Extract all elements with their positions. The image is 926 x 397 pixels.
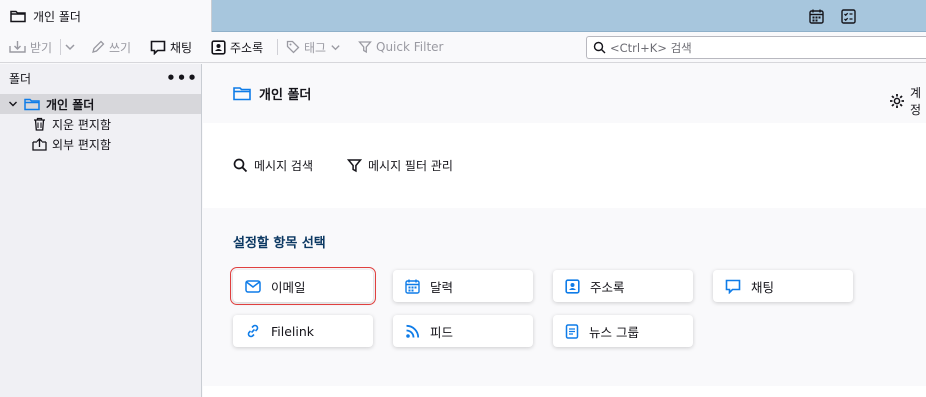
account-header: 개인 폴더 <box>203 64 926 123</box>
setup-chat-card[interactable]: 채팅 <box>713 270 853 302</box>
card-label: 피드 <box>430 324 454 340</box>
setup-email-card[interactable]: 이메일 <box>230 267 376 305</box>
tag-label: 태그 <box>304 40 327 55</box>
bottom-panel <box>203 386 926 397</box>
outbox-icon <box>32 137 47 151</box>
rss-icon <box>405 324 420 339</box>
search-input[interactable] <box>610 40 910 55</box>
folder-item-outbox[interactable]: 외부 편지함 <box>0 134 201 154</box>
setup-address-book-card[interactable]: 주소록 <box>553 270 693 302</box>
account-title: 개인 폴더 <box>259 88 312 103</box>
card-label: 채팅 <box>751 279 775 295</box>
actions-panel: 메시지 검색 메시지 필터 관리 <box>203 123 926 208</box>
chevron-down-icon <box>64 41 76 53</box>
folder-icon <box>233 86 251 101</box>
folder-icon <box>24 98 40 111</box>
manage-filters-label: 메시지 필터 관리 <box>368 159 453 173</box>
chat-label: 채팅 <box>170 40 193 55</box>
mail-toolbar: 받기 쓰기 채팅 주소록 태그 Quick Filter <Ctrl+K> 검색 <box>0 32 926 63</box>
account-settings-button[interactable]: 계정 <box>889 84 926 118</box>
folder-label: 외부 편지함 <box>52 137 112 152</box>
folder-pane-title: 폴더 <box>9 71 32 86</box>
more-options-button[interactable]: ••• <box>166 68 197 88</box>
search-icon <box>593 41 606 54</box>
toolbar-divider <box>60 39 61 55</box>
manage-filters-button[interactable]: 메시지 필터 관리 <box>347 157 453 174</box>
calendar-tab-icon[interactable] <box>806 6 826 26</box>
pencil-icon <box>91 40 105 54</box>
folder-label: 개인 폴더 <box>46 97 95 112</box>
card-label: Filelink <box>271 323 315 339</box>
calendar-icon <box>405 279 420 294</box>
write-button[interactable]: 쓰기 <box>91 36 131 58</box>
card-label: 이메일 <box>271 279 306 295</box>
funnel-icon <box>358 40 372 54</box>
title-bar: 개인 폴더 <box>0 0 926 32</box>
trash-icon <box>33 117 46 131</box>
gear-icon <box>889 93 905 109</box>
setup-section-title: 설정할 항목 선택 <box>233 236 326 251</box>
folder-item-personal[interactable]: 개인 폴더 <box>0 94 201 114</box>
folder-icon <box>10 9 26 23</box>
write-label: 쓰기 <box>109 40 132 55</box>
setup-filelink-card[interactable]: Filelink <box>233 315 373 347</box>
folder-item-trash[interactable]: 지운 편지함 <box>0 114 201 134</box>
get-messages-button[interactable]: 받기 <box>9 36 52 58</box>
envelope-icon <box>245 279 261 293</box>
tab-personal-folders[interactable]: 개인 폴더 <box>0 0 212 32</box>
quick-filter-label: Quick Filter <box>376 40 444 54</box>
newsgroup-icon <box>565 323 579 339</box>
card-label: 주소록 <box>590 279 625 295</box>
folder-label: 지운 편지함 <box>52 117 112 132</box>
funnel-icon <box>347 158 362 173</box>
get-messages-dropdown[interactable] <box>64 36 76 58</box>
tab-label: 개인 폴더 <box>33 9 81 24</box>
search-messages-label: 메시지 검색 <box>254 159 314 173</box>
account-central: 개인 폴더 계정 메시지 검색 메시지 필터 관리 설정할 항목 선택 이메일 <box>203 64 926 397</box>
chevron-down-icon[interactable] <box>8 99 18 109</box>
address-book-icon <box>211 39 226 55</box>
quick-filter-button[interactable]: Quick Filter <box>358 36 443 58</box>
search-messages-button[interactable]: 메시지 검색 <box>233 157 313 174</box>
card-label: 뉴스 그룹 <box>589 324 639 340</box>
tag-button[interactable]: 태그 <box>286 36 341 58</box>
chat-icon <box>725 279 741 294</box>
toolbar-divider <box>277 39 278 55</box>
chat-icon <box>150 40 166 55</box>
address-book-button[interactable]: 주소록 <box>211 36 263 58</box>
download-icon <box>9 40 26 55</box>
address-book-label: 주소록 <box>230 40 264 55</box>
setup-feeds-card[interactable]: 피드 <box>393 315 533 347</box>
chat-button[interactable]: 채팅 <box>150 36 192 58</box>
chevron-down-icon <box>330 42 341 53</box>
search-icon <box>233 158 248 173</box>
global-search-box[interactable] <box>586 36 926 59</box>
folder-pane: 폴더 ••• 개인 폴더 지운 편지함 외부 편지함 <box>0 64 202 397</box>
more-icon: ••• <box>166 69 198 87</box>
link-icon <box>245 323 261 339</box>
tag-icon <box>286 40 300 54</box>
address-book-icon <box>565 278 580 294</box>
setup-calendar-card[interactable]: 달력 <box>393 270 533 302</box>
get-messages-label: 받기 <box>30 40 53 55</box>
setup-newsgroup-card[interactable]: 뉴스 그룹 <box>553 315 693 347</box>
tasks-tab-icon[interactable] <box>838 6 858 26</box>
card-label: 달력 <box>430 279 454 295</box>
account-settings-label: 계정 <box>910 86 922 117</box>
